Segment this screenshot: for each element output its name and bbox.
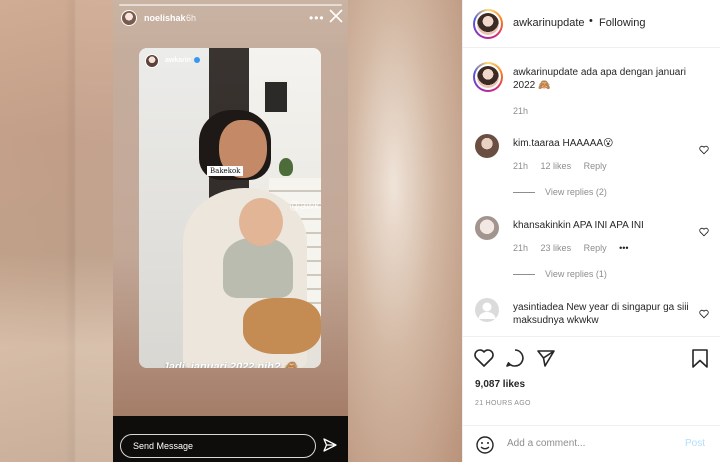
story-username[interactable]: noelishak [144, 13, 186, 23]
reshared-user-avatar [145, 54, 159, 68]
likes-count[interactable]: 9,087 likes [475, 379, 525, 390]
story-progress-bar [119, 4, 342, 6]
comment-username[interactable]: yasintiadea [513, 302, 564, 313]
commenter-avatar[interactable] [475, 134, 499, 158]
wall-picture [263, 80, 289, 114]
close-icon[interactable] [328, 8, 344, 24]
story-caption: Jadi, januari 2022 nih? 🙈 [162, 361, 298, 368]
baby-figure [223, 238, 293, 298]
ellipsis-icon[interactable]: ••• [309, 11, 325, 25]
story-card: noelishak 6h ••• awkarin Bakekok @awk Ja… [113, 0, 348, 462]
comment-text: HAAAAA😮 [562, 138, 614, 149]
comment-reply-button[interactable]: Reply [584, 243, 607, 253]
story-media[interactable]: awkarin Bakekok @awkarinupdate Jadi, jan… [113, 48, 348, 416]
separator-dot: • [589, 15, 593, 27]
default-avatar-icon[interactable] [475, 298, 499, 322]
send-message-input[interactable]: Send Message [120, 434, 316, 458]
caption-username[interactable]: awkarinupdate [513, 67, 578, 78]
like-heart-icon[interactable] [473, 347, 495, 369]
post-author-username[interactable]: awkarinupdate [513, 17, 585, 29]
heart-icon[interactable] [699, 142, 709, 155]
story-time: 6h [186, 13, 197, 23]
comment-time: 21h [513, 161, 529, 171]
caption-avatar[interactable] [473, 62, 503, 92]
blurred-backdrop-right [348, 0, 462, 462]
reshared-username: awkarin [165, 57, 192, 64]
story-user-avatar[interactable] [121, 10, 137, 26]
view-replies-link[interactable]: View replies (1) [513, 269, 607, 279]
follow-status-button[interactable]: Following [599, 17, 645, 29]
send-icon[interactable] [323, 438, 337, 452]
story-header: noelishak 6h ••• [113, 0, 348, 48]
commenter-avatar[interactable] [475, 216, 499, 240]
story-reply-bar: Send Message [113, 416, 348, 462]
comment-more-button[interactable]: ••• [619, 243, 628, 253]
post-author-avatar[interactable] [473, 9, 503, 39]
comment-username[interactable]: khansakinkin [513, 220, 571, 231]
watermark-text: @awkarinupdate [289, 200, 321, 212]
comment-likes[interactable]: 23 likes [541, 243, 572, 253]
comment-username[interactable]: kim.taaraa [513, 138, 560, 149]
comment-bubble-icon[interactable] [504, 347, 526, 369]
reshared-photo: awkarin Bakekok @awkarinupdate Jadi, jan… [139, 48, 321, 368]
post-actions: 9,087 likes 21 HOURS AGO Add a comment..… [463, 336, 720, 462]
comments-list[interactable]: awkarinupdate ada apa dengan januari 202… [463, 48, 720, 336]
share-send-icon[interactable] [535, 347, 557, 369]
heart-icon[interactable] [699, 306, 709, 319]
comment-reply-button[interactable]: Reply [584, 161, 607, 171]
add-comment-input[interactable]: Add a comment... [507, 438, 585, 449]
view-replies-link[interactable]: View replies (2) [513, 187, 607, 197]
caption-time: 21h [513, 106, 529, 116]
bookmark-icon[interactable] [689, 347, 711, 369]
story-viewer-backdrop: noelishak 6h ••• awkarin Bakekok @awk Ja… [0, 0, 462, 462]
comment-text: APA INI APA INI [573, 220, 644, 231]
comment-time: 21h [513, 243, 529, 253]
post-panel: awkarinupdate • Following awkarinupdate … [462, 0, 720, 462]
blurred-backdrop-left [0, 0, 113, 462]
post-comment-button[interactable]: Post [685, 438, 705, 449]
name-sticker: Bakekok [207, 166, 244, 176]
heart-icon[interactable] [699, 224, 709, 237]
add-comment-bar: Add a comment... Post [463, 425, 720, 462]
post-timestamp: 21 HOURS AGO [475, 400, 531, 407]
verified-badge-icon [194, 57, 200, 63]
emoji-smiley-icon[interactable] [475, 435, 495, 455]
post-header: awkarinupdate • Following [463, 0, 720, 48]
comment-likes[interactable]: 12 likes [541, 161, 572, 171]
